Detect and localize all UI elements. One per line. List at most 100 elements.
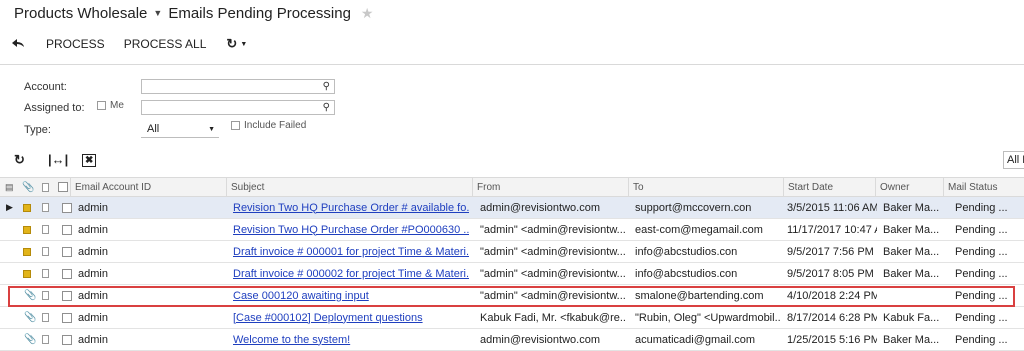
column-header-start-date[interactable]: Start Date xyxy=(783,178,875,196)
cell-subject-link[interactable]: Draft invoice # 000001 for project Time … xyxy=(233,241,469,262)
cell-from[interactable]: "admin" <admin@revisiontw... xyxy=(480,219,626,240)
cell-email-account[interactable]: admin xyxy=(78,263,108,284)
attachment-icon[interactable] xyxy=(23,241,31,262)
include-failed-checkbox[interactable] xyxy=(231,121,240,130)
column-header-to[interactable]: To xyxy=(628,178,783,196)
cell-owner[interactable]: Baker Ma... xyxy=(883,263,941,284)
me-checkbox[interactable] xyxy=(97,101,106,110)
cell-email-account[interactable]: admin xyxy=(78,329,108,350)
fit-columns-icon[interactable]: |↔| xyxy=(48,152,68,167)
row-checkbox[interactable] xyxy=(62,285,72,306)
cell-start-date[interactable]: 8/17/2014 6:28 PM xyxy=(787,307,877,328)
cell-mail-status[interactable]: Pending ... xyxy=(955,197,1021,218)
cell-owner[interactable]: Kabuk Fa... xyxy=(883,307,941,328)
cell-to[interactable]: smalone@bartending.com xyxy=(635,285,781,306)
table-row[interactable]: admin Revision Two HQ Purchase Order #PO… xyxy=(0,219,1024,241)
cell-to[interactable]: support@mccovern.con xyxy=(635,197,781,218)
cell-start-date[interactable]: 1/25/2015 5:16 PM xyxy=(787,329,877,350)
cell-to[interactable]: "Rubin, Oleg" <Upwardmobil... xyxy=(635,307,781,328)
undo-icon[interactable] xyxy=(12,32,32,56)
cell-mail-status[interactable]: Pending ... xyxy=(955,329,1021,350)
row-settings-icon[interactable]: ▤ xyxy=(5,178,14,196)
column-header-owner[interactable]: Owner xyxy=(875,178,943,196)
cell-email-account[interactable]: admin xyxy=(78,285,108,306)
view-filter-select[interactable]: All R xyxy=(1003,151,1024,169)
account-field[interactable]: ⚲ xyxy=(141,79,335,94)
favorite-star-icon[interactable]: ★ xyxy=(361,5,374,22)
cell-mail-status[interactable]: Pending ... xyxy=(955,285,1011,306)
document-icon[interactable] xyxy=(42,241,49,262)
table-row[interactable]: admin Draft invoice # 000002 for project… xyxy=(0,263,1024,285)
attachment-icon[interactable] xyxy=(23,263,31,284)
cell-owner[interactable]: Baker Ma... xyxy=(883,329,941,350)
document-icon[interactable] xyxy=(42,307,49,328)
cell-start-date[interactable]: 3/5/2015 11:06 AM xyxy=(787,197,877,218)
document-icon[interactable] xyxy=(42,285,49,306)
cell-start-date[interactable]: 9/5/2017 8:05 PM xyxy=(787,263,877,284)
document-icon[interactable] xyxy=(42,329,49,350)
attachment-icon[interactable]: 📎 xyxy=(24,285,36,306)
row-checkbox[interactable] xyxy=(62,329,72,350)
cell-to[interactable]: east-com@megamail.com xyxy=(635,219,781,240)
table-row[interactable]: 📎 admin [Case #000102] Deployment questi… xyxy=(0,307,1024,329)
search-icon[interactable]: ⚲ xyxy=(323,101,330,115)
table-row[interactable]: admin Draft invoice # 000001 for project… xyxy=(0,241,1024,263)
search-icon[interactable]: ⚲ xyxy=(323,80,330,94)
table-row[interactable]: 📎 admin Case 000120 awaiting input "admi… xyxy=(0,285,1024,307)
column-header-mail-status[interactable]: Mail Status xyxy=(943,178,1024,196)
row-checkbox[interactable] xyxy=(62,241,72,262)
cell-owner[interactable]: Baker Ma... xyxy=(883,197,941,218)
cell-subject-link[interactable]: Welcome to the system! xyxy=(233,329,469,350)
cell-from[interactable]: Kabuk Fadi, Mr. <fkabuk@re... xyxy=(480,307,626,328)
row-checkbox[interactable] xyxy=(62,197,72,218)
document-icon[interactable] xyxy=(42,219,49,240)
cell-to[interactable]: info@abcstudios.con xyxy=(635,263,781,284)
cell-subject-link[interactable]: Case 000120 awaiting input xyxy=(233,285,469,306)
cell-start-date[interactable]: 11/17/2017 10:47 A xyxy=(787,219,877,240)
attachment-icon[interactable] xyxy=(23,197,31,218)
cell-subject-link[interactable]: [Case #000102] Deployment questions xyxy=(233,307,469,328)
cell-owner[interactable] xyxy=(883,285,941,306)
cell-subject-link[interactable]: Revision Two HQ Purchase Order #PO000630… xyxy=(233,219,469,240)
select-all-checkbox[interactable] xyxy=(58,178,68,196)
attachment-icon[interactable] xyxy=(23,219,31,240)
cell-to[interactable]: info@abcstudios.con xyxy=(635,241,781,262)
cell-from[interactable]: "admin" <admin@revisiontw... xyxy=(480,285,626,306)
document-icon[interactable] xyxy=(42,197,49,218)
table-row[interactable]: ▶ admin Revision Two HQ Purchase Order #… xyxy=(0,197,1024,219)
cell-subject-link[interactable]: Draft invoice # 000002 for project Time … xyxy=(233,263,469,284)
row-checkbox[interactable] xyxy=(62,219,72,240)
export-excel-icon[interactable]: ✖ xyxy=(82,154,97,167)
row-checkbox[interactable] xyxy=(62,263,72,284)
chevron-down-icon[interactable]: ▼ xyxy=(153,8,162,18)
cell-owner[interactable]: Baker Ma... xyxy=(883,219,941,240)
process-button[interactable]: PROCESS xyxy=(46,32,105,56)
attachment-icon[interactable]: 📎 xyxy=(24,307,36,328)
document-icon[interactable] xyxy=(42,263,49,284)
cell-start-date[interactable]: 9/5/2017 7:56 PM xyxy=(787,241,877,262)
cell-email-account[interactable]: admin xyxy=(78,197,108,218)
cell-from[interactable]: admin@revisiontwo.com xyxy=(480,329,626,350)
cell-from[interactable]: "admin" <admin@revisiontw... xyxy=(480,241,626,262)
column-header-email-account[interactable]: Email Account ID xyxy=(70,178,226,196)
module-name[interactable]: Products Wholesale xyxy=(14,5,147,22)
cell-email-account[interactable]: admin xyxy=(78,219,108,240)
cell-from[interactable]: "admin" <admin@revisiontw... xyxy=(480,263,626,284)
row-checkbox[interactable] xyxy=(62,307,72,328)
cell-from[interactable]: admin@revisiontwo.com xyxy=(480,197,626,218)
cell-email-account[interactable]: admin xyxy=(78,307,108,328)
assigned-to-field[interactable]: ⚲ xyxy=(141,100,335,115)
attachment-icon[interactable]: 📎 xyxy=(24,329,36,350)
refresh-dropdown-button[interactable]: ↻ ▼ xyxy=(226,32,247,56)
type-select[interactable]: All ▼ xyxy=(141,122,219,138)
table-row[interactable]: 📎 admin Welcome to the system! admin@rev… xyxy=(0,329,1024,351)
cell-start-date[interactable]: 4/10/2018 2:24 PM xyxy=(787,285,877,306)
cell-mail-status[interactable]: Pending ... xyxy=(955,263,1021,284)
cell-subject-link[interactable]: Revision Two HQ Purchase Order # availab… xyxy=(233,197,469,218)
cell-mail-status[interactable]: Pending ... xyxy=(955,219,1021,240)
column-header-from[interactable]: From xyxy=(472,178,628,196)
refresh-icon[interactable]: ↻ xyxy=(14,152,25,168)
process-all-button[interactable]: PROCESS ALL xyxy=(124,32,207,56)
cell-mail-status[interactable]: Pending ... xyxy=(955,307,1021,328)
column-header-subject[interactable]: Subject xyxy=(226,178,472,196)
